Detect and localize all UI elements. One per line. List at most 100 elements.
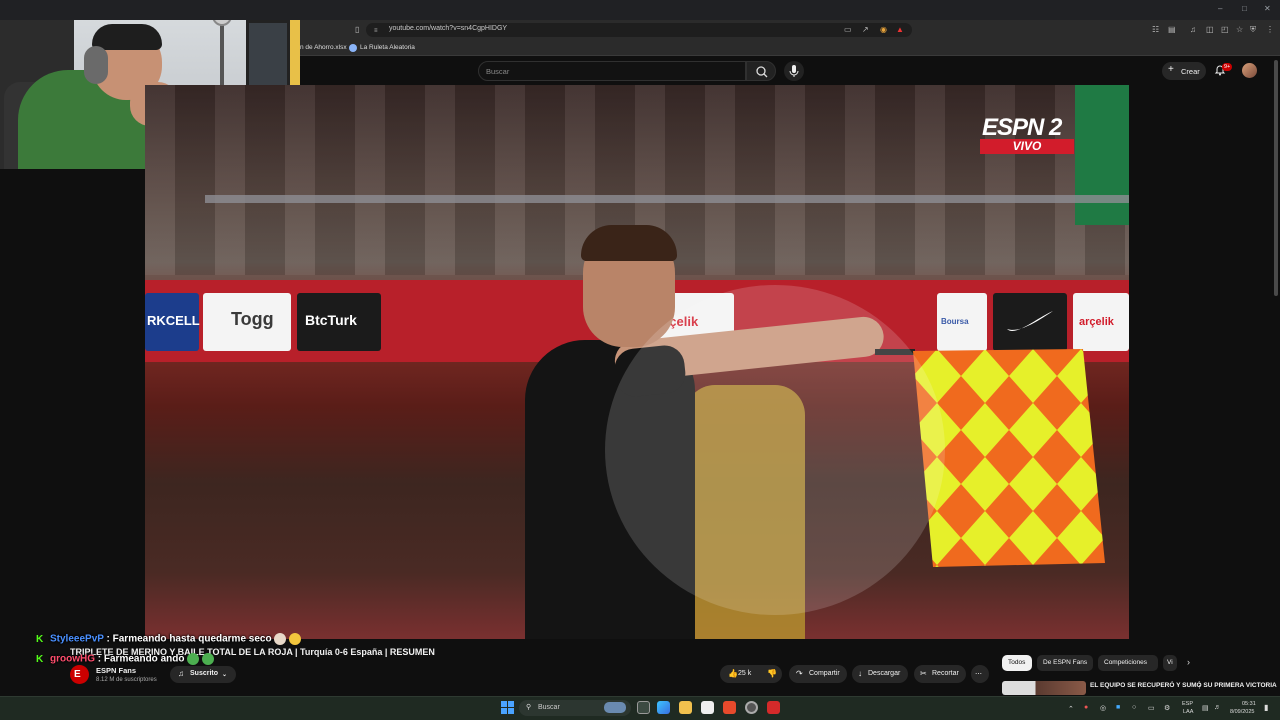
- tray-app-icon[interactable]: ○: [1132, 704, 1136, 711]
- subscribed-button[interactable]: ♫ Suscrito ⌄: [170, 666, 236, 683]
- ad-text: Boursa: [941, 317, 969, 326]
- chip-channel[interactable]: De ESPN Fans: [1037, 655, 1093, 671]
- kick-icon: K: [36, 634, 44, 645]
- download-button[interactable]: ↓ Descargar: [852, 665, 908, 683]
- voice-search-button[interactable]: [784, 61, 804, 81]
- brave-icon[interactable]: [723, 701, 736, 714]
- obs-icon[interactable]: [745, 701, 758, 714]
- clock-date[interactable]: 8/09/2025: [1230, 709, 1254, 715]
- taskbar-search-placeholder: Buscar: [538, 704, 560, 711]
- network-icon[interactable]: ▤: [1202, 704, 1209, 712]
- ad-text: RKCELL: [147, 313, 200, 328]
- bookmark-item[interactable]: n de Ahorro.xlsx: [300, 44, 347, 51]
- maximize-icon[interactable]: □: [1242, 4, 1247, 13]
- share-page-icon[interactable]: ↗: [862, 26, 869, 34]
- chevron-down-icon: ⌄: [222, 672, 228, 678]
- broadcast-logo: ESPN 2: [982, 114, 1062, 141]
- thumbs-down-icon: 👎: [767, 669, 777, 678]
- emote-icon: [187, 653, 200, 665]
- search-input[interactable]: [478, 61, 746, 81]
- chip-more[interactable]: Vi: [1163, 655, 1177, 671]
- usb-icon[interactable]: ⚙: [1164, 704, 1170, 712]
- minimize-icon[interactable]: –: [1218, 4, 1222, 13]
- favorites-icon[interactable]: ☆: [1236, 26, 1243, 34]
- create-label: Crear: [1181, 67, 1200, 76]
- video-stadium-wall: [1075, 85, 1129, 225]
- split-view-icon[interactable]: ◰: [1221, 26, 1229, 34]
- url-text[interactable]: youtube.com/watch?v=sn4CgpHIDGY: [389, 25, 507, 32]
- bookmark-icon[interactable]: ▯: [355, 26, 359, 34]
- microphone-icon: [789, 65, 799, 77]
- menu-icon[interactable]: ⋮: [1266, 26, 1274, 34]
- page-scrollbar[interactable]: [1274, 60, 1278, 296]
- extensions-icon[interactable]: ☷: [1152, 26, 1159, 34]
- tray-app-icon[interactable]: ●: [1084, 704, 1088, 711]
- shield-icon[interactable]: ⛨: [1250, 26, 1256, 34]
- chat-username: StyleeePvP: [50, 633, 104, 645]
- tray-chevron-icon[interactable]: ⌃: [1068, 705, 1074, 713]
- chip-competitions[interactable]: Competiciones: [1098, 655, 1158, 671]
- clip-button[interactable]: ✂ Recortar: [914, 665, 966, 683]
- chip-label: De ESPN Fans: [1043, 659, 1088, 666]
- live-badge: VIVO: [980, 139, 1074, 154]
- chat-message: groowHG : Farmeando ando: [50, 653, 215, 665]
- like-button[interactable]: 👍 25 k 👎: [720, 665, 782, 683]
- alert-icon[interactable]: ▲: [896, 26, 904, 34]
- scissors-icon: ✂: [920, 669, 927, 678]
- chat-message: StyleeePvP : Farmeando hasta quedarme se…: [50, 633, 302, 645]
- search-icon: [756, 66, 768, 78]
- windows-start-icon[interactable]: [501, 701, 514, 714]
- store-icon[interactable]: [701, 701, 714, 714]
- ad-text: arçelik: [1079, 316, 1114, 328]
- extension-icon[interactable]: ◉: [880, 26, 887, 34]
- clock-time[interactable]: 05:31: [1242, 701, 1256, 707]
- chip-all[interactable]: Todos: [1002, 655, 1032, 671]
- recommended-title[interactable]: EL EQUIPO SE RECUPERÓ Y SUMÓ SU PRIMERA …: [1090, 682, 1277, 689]
- share-icon: ↷: [796, 669, 803, 678]
- notification-badge: 9+: [1222, 63, 1233, 71]
- emote-icon: [202, 653, 215, 665]
- cast-icon[interactable]: ▭: [844, 26, 852, 34]
- tray-app-icon[interactable]: ■: [1116, 704, 1120, 711]
- account-avatar[interactable]: [1242, 63, 1257, 78]
- volume-icon[interactable]: ♬: [1214, 704, 1221, 711]
- cam-monitor: [246, 20, 290, 94]
- site-info-icon[interactable]: ≡: [374, 27, 378, 35]
- chat-text: : Farmeando ando: [97, 653, 185, 665]
- channel-name[interactable]: ESPN Fans: [96, 666, 136, 675]
- more-actions-button[interactable]: ⋯: [971, 665, 989, 683]
- search-button[interactable]: [746, 61, 776, 81]
- task-view-icon[interactable]: [637, 701, 650, 714]
- create-button[interactable]: + Crear: [1162, 62, 1206, 80]
- notification-center-icon[interactable]: ▮: [1264, 703, 1268, 712]
- video-player[interactable]: RKCELL Togg BtcTurk arçelik Boursa arçel…: [145, 85, 1129, 639]
- close-icon[interactable]: ✕: [1264, 4, 1271, 13]
- chat-username: groowHG: [50, 653, 95, 665]
- video-pause-overlay: [605, 285, 945, 615]
- headset-icon: [84, 46, 108, 84]
- recommended-thumbnail[interactable]: [1002, 681, 1086, 695]
- keyboard-language[interactable]: ESP: [1182, 701, 1193, 707]
- file-explorer-icon[interactable]: [679, 701, 692, 714]
- thumbs-up-icon: 👍: [728, 669, 738, 678]
- tray-app-icon[interactable]: ◎: [1100, 704, 1106, 712]
- share-button[interactable]: ↷ Compartir: [789, 665, 847, 683]
- chevron-right-icon[interactable]: ›: [1187, 657, 1190, 667]
- bookmarks-bar: [300, 40, 1280, 56]
- keyboard-layout[interactable]: LAA: [1183, 709, 1193, 715]
- cam-streamer-hair: [92, 24, 162, 50]
- chip-label: Vi: [1167, 659, 1173, 666]
- music-icon[interactable]: ♫: [1190, 26, 1196, 34]
- sidebar-icon[interactable]: ◫: [1206, 26, 1214, 34]
- display-icon[interactable]: ▭: [1148, 704, 1155, 712]
- tab-icon[interactable]: ▤: [1168, 26, 1176, 34]
- chip-label: Todos: [1008, 659, 1026, 666]
- search-placeholder: Buscar: [486, 67, 510, 76]
- plus-icon: +: [1168, 64, 1174, 75]
- more-vert-icon[interactable]: ⋮: [1196, 682, 1203, 690]
- video-railing: [205, 195, 1129, 203]
- edge-icon[interactable]: [657, 701, 670, 714]
- bookmark-item[interactable]: La Ruleta Aleatoria: [360, 44, 415, 51]
- streaming-app-icon[interactable]: [767, 701, 780, 714]
- subscriber-count: 8.12 M de suscriptores: [96, 677, 157, 683]
